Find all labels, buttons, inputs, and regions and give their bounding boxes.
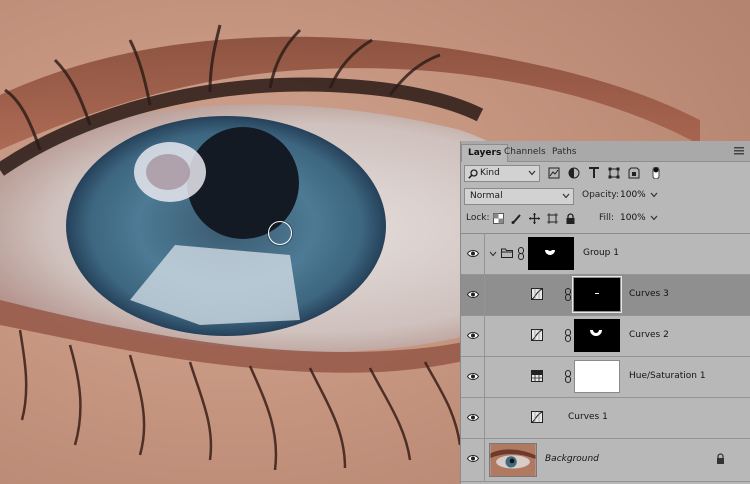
curves-adjustment-icon	[531, 288, 543, 300]
pixel-filter-icon[interactable]	[548, 167, 560, 179]
lock-image-pixels-icon[interactable]	[511, 213, 522, 224]
hue-saturation-mask-thumbnail[interactable]	[574, 360, 620, 393]
blend-row: Normal Opacity: 100%	[461, 185, 750, 208]
eye-icon[interactable]	[467, 290, 479, 299]
eye-icon[interactable]	[467, 413, 479, 422]
layer-name: Background	[545, 454, 599, 464]
fill-label: Fill:	[599, 213, 615, 223]
layer-row-curves-2[interactable]: Curves 2	[461, 316, 750, 357]
fill-chevron-icon[interactable]	[650, 215, 658, 221]
visibility-toggle[interactable]	[461, 439, 485, 481]
layer-row-background[interactable]: Background	[461, 439, 750, 482]
layer-name: Group 1	[583, 248, 619, 258]
layers-list: Group 1 Curves 3 Curves 2 Hue/Saturation…	[461, 233, 750, 484]
eye-icon[interactable]	[467, 372, 479, 381]
link-icon	[565, 370, 571, 383]
curves-3-mask-thumbnail[interactable]	[572, 276, 622, 313]
opacity-chevron-icon[interactable]	[650, 192, 658, 198]
adjustment-filter-icon[interactable]	[568, 167, 580, 179]
background-thumbnail[interactable]	[489, 443, 537, 477]
type-filter-icon[interactable]	[588, 167, 600, 179]
eye-icon[interactable]	[467, 249, 479, 258]
fill-value[interactable]: 100%	[620, 213, 646, 223]
curves-adjustment-icon	[531, 411, 543, 423]
layers-panel: Layers Channels Paths Kind Normal Opacit…	[460, 141, 750, 484]
tab-paths[interactable]: Paths	[546, 144, 582, 161]
chevron-down-icon	[562, 193, 570, 199]
lock-label: Lock:	[466, 213, 490, 223]
mask-shape	[545, 250, 555, 255]
layer-row-curves-1[interactable]: Curves 1	[461, 398, 750, 439]
lock-transparent-pixels-icon[interactable]	[493, 213, 504, 224]
lock-artboard-icon[interactable]	[547, 213, 558, 224]
chevron-down-icon	[528, 170, 536, 176]
layer-name: Curves 1	[568, 412, 608, 422]
tab-channels[interactable]: Channels	[498, 144, 552, 161]
hue-saturation-adjustment-icon	[531, 370, 543, 382]
group-mask-thumbnail[interactable]	[528, 237, 574, 270]
visibility-toggle[interactable]	[461, 234, 485, 274]
panel-tabs: Layers Channels Paths	[461, 141, 750, 162]
lock-icon[interactable]	[716, 453, 725, 464]
lock-all-icon[interactable]	[565, 213, 576, 224]
visibility-toggle[interactable]	[461, 357, 485, 397]
visibility-toggle[interactable]	[461, 275, 485, 315]
smart-object-filter-icon[interactable]	[628, 167, 640, 179]
layer-row-curves-3[interactable]: Curves 3	[461, 275, 750, 316]
lock-position-icon[interactable]	[529, 213, 540, 224]
eye-icon[interactable]	[467, 331, 479, 340]
filter-kind-select[interactable]: Kind	[464, 165, 540, 182]
link-icon	[565, 329, 571, 342]
eye-icon[interactable]	[467, 454, 479, 463]
catchlight-detail	[146, 154, 190, 190]
layer-name: Hue/Saturation 1	[629, 371, 706, 381]
chevron-down-icon[interactable]	[489, 251, 497, 257]
search-icon	[468, 169, 478, 179]
curves-2-mask-thumbnail[interactable]	[574, 319, 620, 352]
lock-row: Lock: Fill: 100%	[461, 208, 750, 231]
link-icon	[565, 288, 571, 301]
brush-cursor	[268, 221, 292, 245]
visibility-toggle[interactable]	[461, 316, 485, 356]
layer-name: Curves 3	[629, 289, 669, 299]
folder-icon	[501, 248, 513, 258]
panel-menu-icon[interactable]	[734, 147, 744, 155]
shape-filter-icon[interactable]	[608, 167, 620, 179]
layer-row-hue-saturation-1[interactable]: Hue/Saturation 1	[461, 357, 750, 398]
mask-shape	[590, 330, 602, 336]
layer-name: Curves 2	[629, 330, 669, 340]
filter-toggle-icon[interactable]	[650, 167, 662, 179]
opacity-value[interactable]: 100%	[620, 190, 646, 200]
layer-row-group-1[interactable]: Group 1	[461, 234, 750, 275]
curves-adjustment-icon	[531, 329, 543, 341]
blend-mode-select[interactable]: Normal	[464, 188, 574, 205]
visibility-toggle[interactable]	[461, 398, 485, 438]
opacity-label: Opacity:	[582, 190, 619, 200]
blend-mode-value: Normal	[470, 191, 503, 201]
mask-shape	[595, 293, 599, 294]
link-icon	[518, 247, 524, 260]
filter-kind-label: Kind	[480, 168, 500, 178]
filter-row: Kind	[461, 162, 750, 185]
